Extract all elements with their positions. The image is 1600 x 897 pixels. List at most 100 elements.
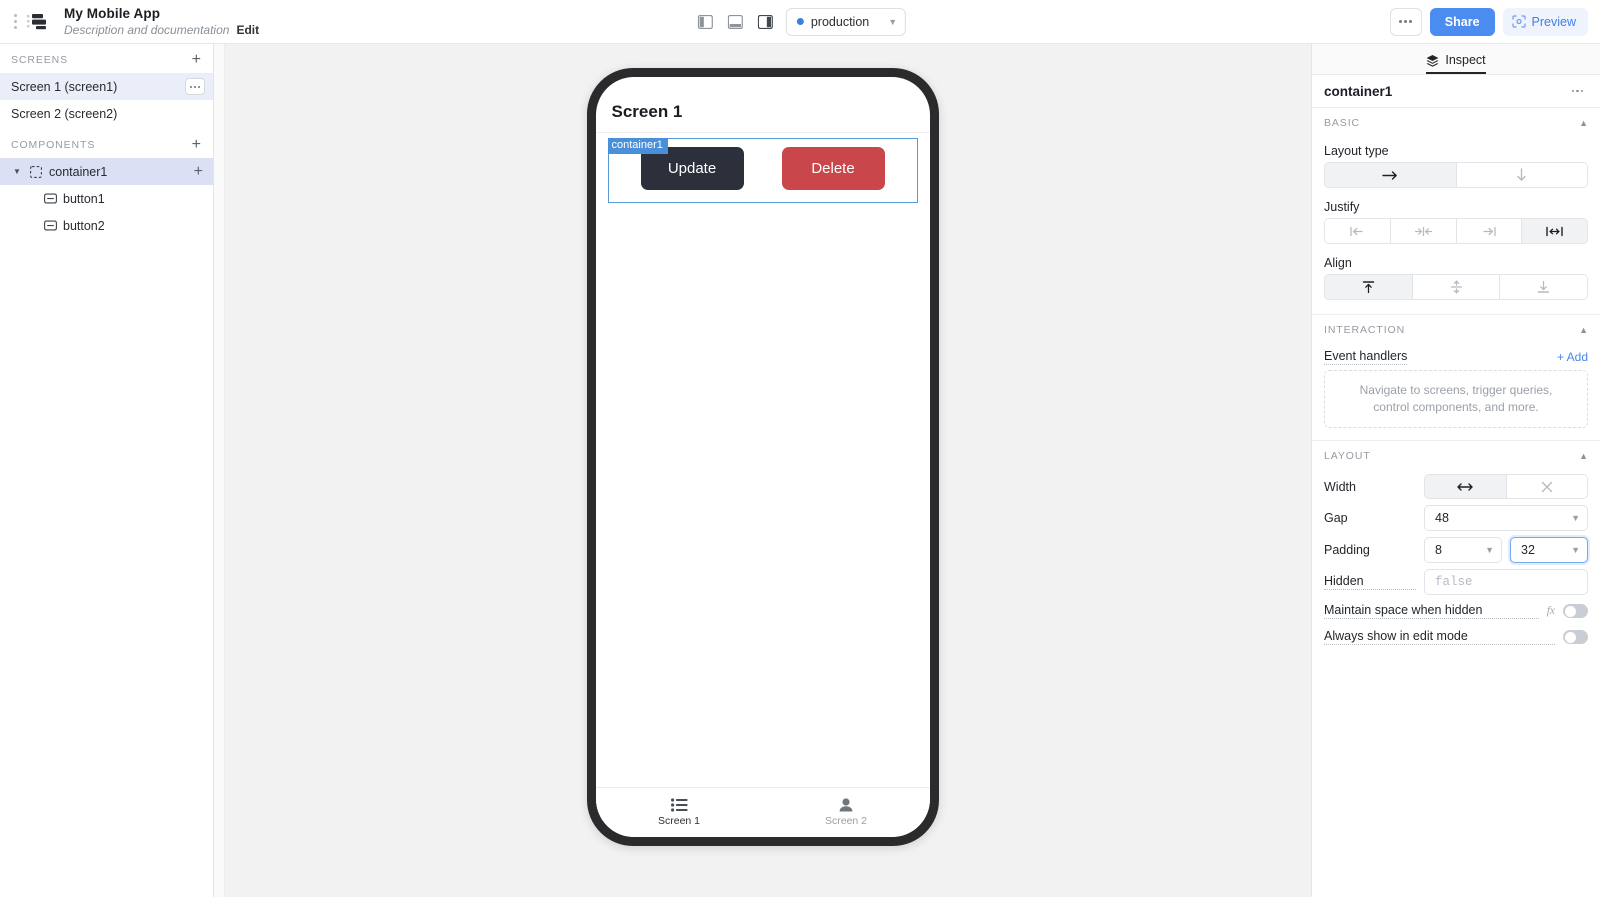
padding-horizontal-input[interactable]: 32 ▼ — [1510, 537, 1588, 563]
gap-row: Gap 48 ▼ — [1312, 502, 1600, 534]
canvas-area[interactable]: Screen 1 container1 Update Delete Screen… — [214, 44, 1312, 897]
event-handlers-header: Event handlers + Add — [1312, 345, 1600, 370]
tab-screen2[interactable]: Screen 2 — [763, 798, 930, 827]
app-logo-icon[interactable] — [24, 9, 52, 35]
drag-handle-icon[interactable] — [8, 9, 22, 35]
tab-label: Screen 1 — [657, 815, 701, 827]
sidebar-item-screen2[interactable]: Screen 2 (screen2) — [0, 100, 213, 127]
chevron-up-icon: ▲ — [1579, 118, 1588, 128]
chevron-down-icon[interactable]: ▼ — [11, 167, 23, 176]
hidden-row: Hidden false — [1312, 566, 1600, 598]
preview-icon — [1511, 15, 1526, 28]
right-panel-toggle-icon[interactable] — [754, 11, 776, 33]
top-bar-left: My Mobile App Description and documentat… — [0, 6, 259, 38]
environment-status-dot-icon — [796, 18, 804, 25]
app-title: My Mobile App — [64, 5, 161, 21]
width-row: Width — [1312, 471, 1600, 502]
always-show-toggle[interactable] — [1563, 630, 1588, 644]
app-root: My Mobile App Description and documentat… — [0, 0, 1600, 897]
align-top-option[interactable] — [1325, 275, 1413, 299]
more-options-button[interactable] — [1389, 7, 1422, 36]
padding-vertical-input[interactable]: 8 ▼ — [1424, 537, 1502, 563]
section-interaction-header[interactable]: INTERACTION ▲ — [1312, 315, 1600, 345]
tab-label: Screen 2 — [824, 815, 868, 827]
button-icon — [43, 220, 57, 231]
justify-center-option[interactable] — [1390, 219, 1457, 243]
padding-inputs: 8 ▼ 32 ▼ — [1424, 537, 1588, 563]
gap-label: Gap — [1324, 511, 1348, 525]
add-child-component-button[interactable]: + — [192, 163, 205, 180]
environment-selector[interactable]: production ▼ — [785, 7, 907, 36]
sidebar-item-screen1[interactable]: Screen 1 (screen1) — [0, 73, 213, 100]
sidebar-item-button2[interactable]: button2 — [0, 212, 213, 239]
tab-inspect[interactable]: Inspect — [1426, 53, 1486, 74]
sidebar-item-label: button2 — [63, 218, 105, 233]
section-basic-header[interactable]: BASIC ▲ — [1312, 108, 1600, 138]
screen-header: Screen 1 — [595, 77, 930, 133]
left-panel-toggle-icon[interactable] — [694, 11, 716, 33]
layout-vertical-option[interactable] — [1456, 163, 1587, 187]
justify-label: Justify — [1324, 200, 1360, 214]
canvas-container1[interactable]: container1 Update Delete — [607, 138, 918, 203]
width-fill-option[interactable] — [1425, 475, 1507, 498]
always-show-label: Always show in edit mode — [1324, 629, 1555, 645]
inspector-component-name: container1 — [1324, 83, 1393, 99]
align-bottom-option[interactable] — [1500, 275, 1587, 299]
sidebar-item-label: container1 — [49, 164, 108, 179]
event-handlers-label: Event handlers — [1324, 349, 1408, 365]
gap-value: 48 — [1435, 511, 1449, 525]
section-title: INTERACTION — [1324, 324, 1406, 336]
layout-horizontal-option[interactable] — [1325, 163, 1457, 187]
top-bar: My Mobile App Description and documentat… — [0, 0, 1600, 44]
share-button[interactable]: Share — [1429, 7, 1495, 36]
width-label: Width — [1324, 479, 1356, 494]
justify-space-between-option[interactable] — [1522, 219, 1587, 243]
align-middle-option[interactable] — [1412, 275, 1501, 299]
canvas-button2[interactable]: Delete — [781, 147, 885, 190]
top-bar-right: Share Preview — [1389, 7, 1600, 36]
phone-screen: Screen 1 container1 Update Delete Screen… — [595, 77, 930, 837]
width-none-option[interactable] — [1506, 475, 1587, 498]
hidden-label: Hidden — [1324, 574, 1416, 590]
sidebar-item-label: Screen 1 (screen1) — [11, 79, 118, 94]
environment-value: production — [810, 14, 870, 29]
add-screen-button[interactable]: + — [190, 51, 203, 68]
left-sidebar: SCREENS + Screen 1 (screen1) Screen 2 (s… — [0, 44, 214, 897]
section-title: BASIC — [1324, 117, 1361, 129]
maintain-space-toggle[interactable] — [1563, 604, 1588, 618]
screen1-menu-button[interactable] — [185, 78, 205, 95]
section-layout-header[interactable]: LAYOUT ▲ — [1312, 441, 1600, 471]
toggle-knob — [1564, 631, 1576, 643]
app-meta: My Mobile App Description and documentat… — [64, 6, 259, 38]
width-segmented — [1424, 474, 1588, 499]
inspector-more-button[interactable] — [1567, 86, 1589, 97]
sidebar-item-label: button1 — [63, 191, 105, 206]
canvas-left-gutter — [214, 44, 225, 897]
maintain-space-row: Maintain space when hidden fx — [1312, 598, 1600, 624]
padding-horizontal-value: 32 — [1521, 543, 1535, 557]
align-segmented — [1324, 274, 1588, 300]
hidden-input[interactable]: false — [1424, 569, 1588, 595]
phone-frame: Screen 1 container1 Update Delete Screen… — [586, 68, 939, 846]
justify-start-option[interactable] — [1325, 219, 1391, 243]
sidebar-item-button1[interactable]: button1 — [0, 185, 213, 212]
add-component-button[interactable]: + — [190, 136, 203, 153]
sidebar-item-container1[interactable]: ▼ container1 + — [0, 158, 213, 185]
padding-label: Padding — [1324, 543, 1370, 557]
edit-description-link[interactable]: Edit — [236, 22, 259, 38]
bottom-panel-toggle-icon[interactable] — [724, 11, 746, 33]
add-event-handler-button[interactable]: + Add — [1557, 350, 1588, 364]
gap-input[interactable]: 48 ▼ — [1424, 505, 1588, 531]
phone-tab-bar: Screen 1 Screen 2 — [595, 787, 930, 837]
tab-screen1[interactable]: Screen 1 — [596, 798, 763, 827]
section-title: LAYOUT — [1324, 450, 1371, 462]
justify-end-option[interactable] — [1456, 219, 1523, 243]
components-section-title: COMPONENTS — [11, 138, 96, 151]
fx-icon[interactable]: fx — [1547, 605, 1555, 617]
preview-button[interactable]: Preview — [1502, 7, 1588, 36]
screen-body[interactable]: container1 Update Delete — [595, 133, 930, 787]
maintain-space-label: Maintain space when hidden — [1324, 603, 1539, 619]
panel-toggle-group — [694, 11, 776, 33]
chevron-down-icon: ▼ — [1485, 545, 1494, 555]
button-icon — [43, 193, 57, 204]
